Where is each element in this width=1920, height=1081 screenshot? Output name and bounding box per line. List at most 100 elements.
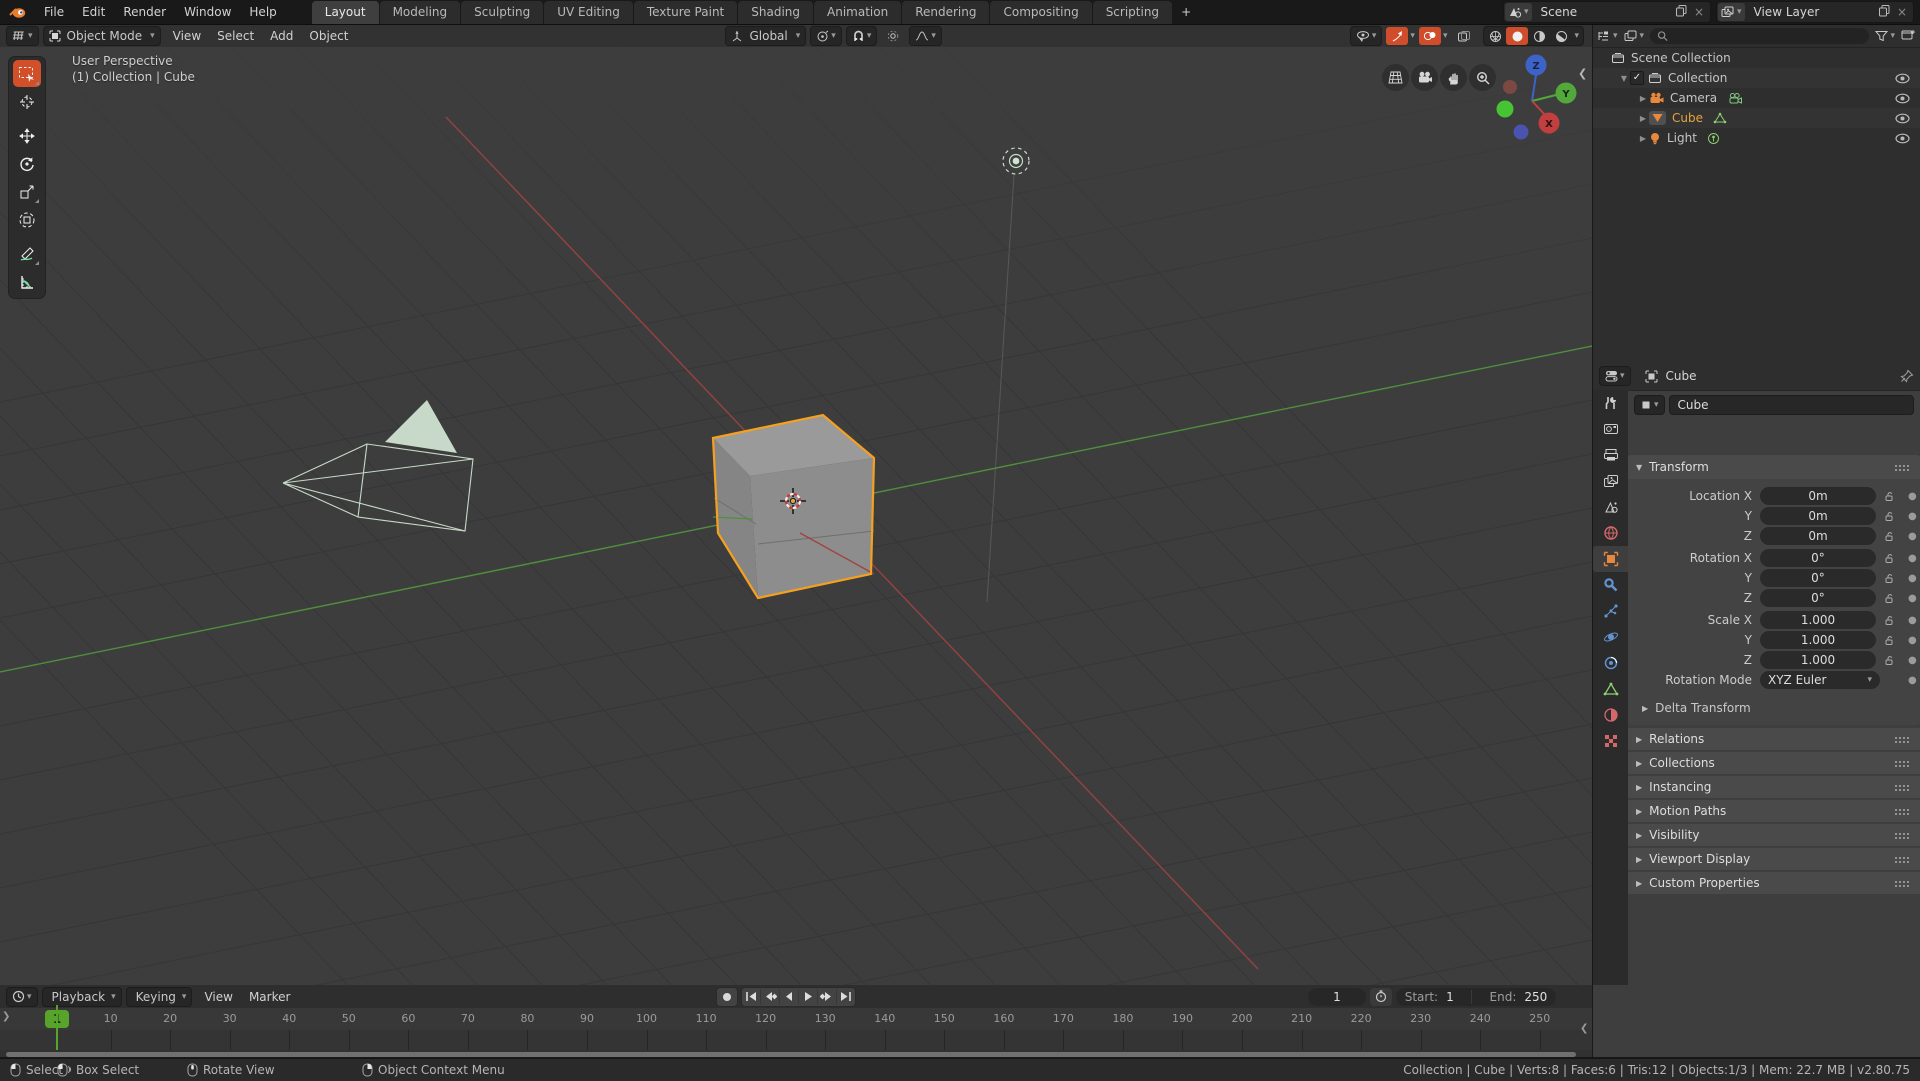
properties-tab-render[interactable] (1593, 416, 1628, 442)
animate-dot[interactable]: ● (1908, 491, 1917, 502)
disclosure-icon[interactable]: ▶ (1637, 114, 1649, 123)
outliner-item-label[interactable]: Light (1667, 131, 1697, 145)
end-frame-field[interactable]: End:250 (1490, 990, 1548, 1004)
remove-view-layer-button[interactable]: × (1891, 5, 1913, 19)
copy-icon[interactable] (1878, 4, 1891, 20)
disclosure-icon[interactable]: ▶ (1637, 94, 1649, 103)
blender-logo-icon[interactable] (0, 0, 35, 24)
animate-dot[interactable]: ● (1908, 593, 1917, 604)
gizmo-neg-y[interactable] (1497, 101, 1514, 118)
scene-icon[interactable]: ▾ (1505, 3, 1532, 21)
animate-dot[interactable]: ● (1908, 655, 1917, 666)
collection-checkbox[interactable]: ✓ (1630, 71, 1644, 85)
pivot-point-selector[interactable]: ▾ (810, 26, 842, 46)
properties-tab-particles[interactable] (1593, 598, 1628, 624)
proportional-editing-toggle[interactable] (881, 26, 905, 46)
tab-compositing[interactable]: Compositing (990, 1, 1091, 24)
tool-cursor-button[interactable] (13, 88, 41, 115)
disclosure-icon[interactable]: ▶ (1637, 134, 1649, 143)
properties-tab-data[interactable] (1593, 676, 1628, 702)
lock-icon[interactable] (1884, 593, 1895, 607)
transform-value-field[interactable]: 0m (1760, 527, 1876, 545)
editor-type-selector[interactable]: ▾ (6, 26, 39, 46)
outliner-search-input[interactable] (1668, 28, 1862, 44)
timeline-editor-type-selector[interactable]: ▾ (6, 987, 38, 1007)
sidebar-toggle-icon[interactable]: ❮ (1578, 67, 1587, 80)
disclosure-icon[interactable]: ▼ (1618, 74, 1630, 83)
outliner-filter-id-selector[interactable]: ▾ (1624, 30, 1645, 42)
lock-icon[interactable] (1884, 553, 1895, 567)
properties-tab-scene[interactable] (1593, 494, 1628, 520)
hide-in-viewport-toggle[interactable] (1895, 93, 1910, 107)
object-name-field[interactable]: Cube (1669, 395, 1914, 415)
outliner-display-mode-selector[interactable]: ▾ (1597, 30, 1618, 42)
tab-layout[interactable]: Layout (312, 1, 379, 24)
show-overlays-toggle[interactable] (1419, 27, 1441, 45)
lock-icon[interactable] (1884, 573, 1895, 587)
view-layer-icon[interactable]: ▾ (1718, 3, 1745, 21)
tab-sculpting[interactable]: Sculpting (461, 1, 543, 24)
timeline-marker-menu[interactable]: Marker (241, 990, 298, 1004)
properties-tab-modifiers[interactable] (1593, 572, 1628, 598)
menu-window[interactable]: Window (175, 5, 240, 19)
properties-tab-texture[interactable] (1593, 728, 1628, 754)
panel-viewport-display[interactable]: ▶Viewport Display (1628, 848, 1920, 870)
animate-dot[interactable]: ● (1908, 531, 1917, 542)
animate-dot[interactable]: ● (1908, 511, 1917, 522)
camera-object[interactable] (283, 400, 473, 531)
zoom-view-button[interactable] (1469, 64, 1496, 91)
prev-frame-button[interactable] (780, 989, 799, 1005)
start-frame-field[interactable]: Start:1 (1405, 990, 1454, 1004)
outliner-row-collection[interactable]: ▼✓ Collection (1593, 68, 1920, 88)
hide-in-viewport-toggle[interactable] (1895, 133, 1910, 147)
transform-value-field[interactable]: 0m (1760, 507, 1876, 525)
properties-tab-output[interactable] (1593, 442, 1628, 468)
panel-grip-icon[interactable] (1894, 832, 1910, 839)
outliner-filter-button[interactable]: ▾ (1875, 30, 1895, 42)
scene-selector[interactable]: ▾ Scene × (1503, 1, 1711, 23)
chevron-down-icon[interactable]: ▾ (1574, 31, 1583, 41)
menu-file[interactable]: File (35, 5, 73, 19)
outliner-item-label[interactable]: Collection (1668, 71, 1727, 85)
transform-value-field[interactable]: 0° (1760, 589, 1876, 607)
outliner-row-light[interactable]: ▶ Light (1593, 128, 1920, 148)
transform-value-field[interactable]: 0° (1760, 569, 1876, 587)
gizmo-neg-x[interactable] (1503, 80, 1517, 94)
panel-relations[interactable]: ▶Relations (1628, 728, 1920, 750)
lock-icon[interactable] (1884, 511, 1895, 525)
delta-transform-subpanel[interactable]: ▶ Delta Transform (1642, 701, 1751, 715)
toggle-camera-view-button[interactable] (1411, 64, 1438, 91)
light-object[interactable] (987, 148, 1029, 602)
tool-box-select-button[interactable] (13, 60, 41, 87)
panel-collections[interactable]: ▶Collections (1628, 752, 1920, 774)
timeline-view-menu[interactable]: View (196, 990, 240, 1004)
animate-dot[interactable]: ● (1908, 635, 1917, 646)
tab-rendering[interactable]: Rendering (902, 1, 989, 24)
shading-solid-button[interactable] (1506, 27, 1528, 45)
panel-grip-icon[interactable] (1894, 880, 1910, 887)
animate-dot[interactable]: ● (1908, 553, 1917, 564)
timeline-scrollbar[interactable] (6, 1052, 1576, 1057)
pan-view-button[interactable] (1440, 64, 1467, 91)
hide-in-viewport-toggle[interactable] (1895, 113, 1910, 127)
prev-key-button[interactable] (761, 989, 780, 1005)
outliner-item-label[interactable]: Scene Collection (1631, 51, 1731, 65)
tool-move-button[interactable] (13, 122, 41, 149)
properties-tab-object[interactable] (1593, 546, 1628, 572)
properties-tab-tool[interactable] (1593, 390, 1628, 416)
properties-tab-constraints[interactable] (1593, 650, 1628, 676)
auto-keying-button[interactable] (716, 987, 738, 1007)
viewport-menu-object[interactable]: Object (301, 29, 356, 43)
menu-help[interactable]: Help (240, 5, 285, 19)
properties-tab-physics[interactable] (1593, 624, 1628, 650)
next-key-button[interactable] (818, 989, 837, 1005)
use-preview-range-button[interactable] (1370, 988, 1392, 1006)
lock-icon[interactable] (1884, 635, 1895, 649)
viewport-menu-view[interactable]: View (165, 29, 209, 43)
timeline-track[interactable] (0, 1030, 1592, 1050)
tool-scale-button[interactable] (13, 178, 41, 205)
mode-selector[interactable]: Object Mode ▾ (43, 26, 161, 46)
panel-custom-properties[interactable]: ▶Custom Properties (1628, 872, 1920, 894)
frame-range-fields[interactable]: Start:1 End:250 (1396, 988, 1556, 1006)
chevron-down-icon[interactable]: ▾ (1443, 31, 1448, 41)
